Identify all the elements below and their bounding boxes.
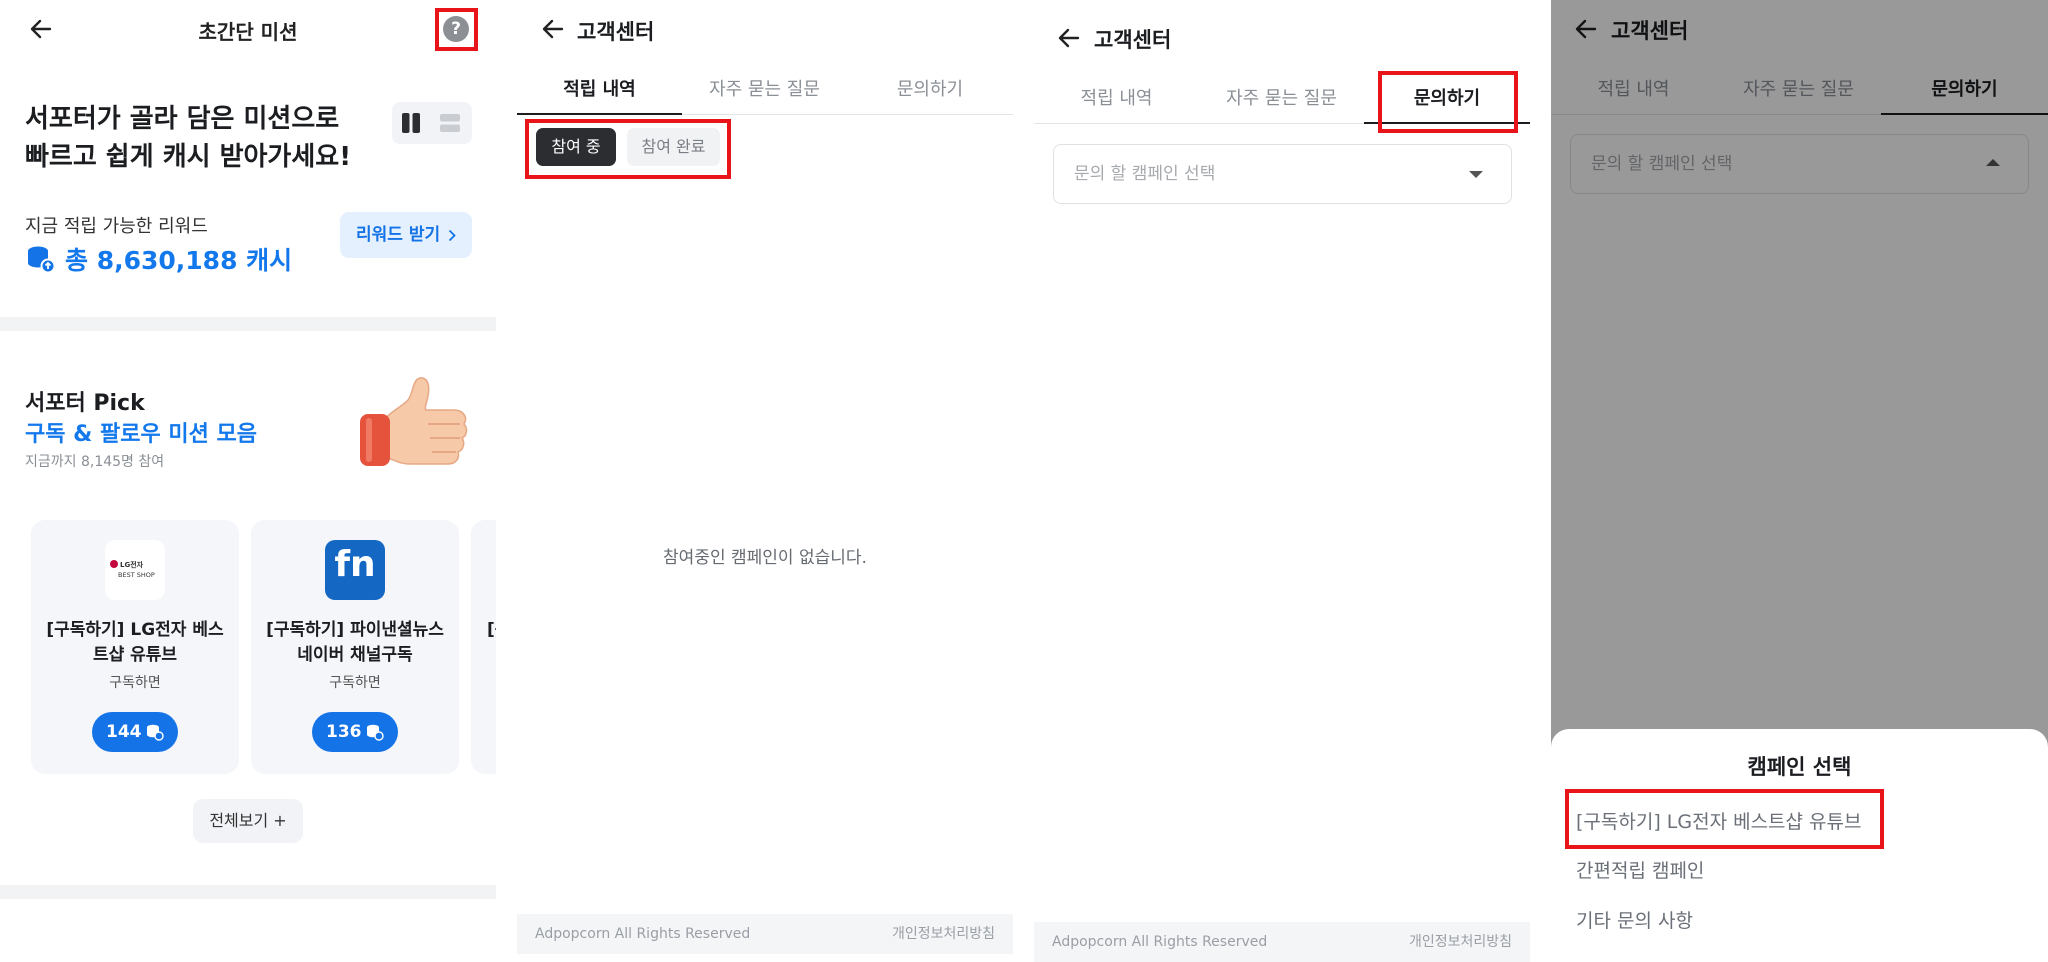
highlight-box-chips xyxy=(525,119,731,179)
svg-text:BEST SHOP: BEST SHOP xyxy=(118,571,155,579)
card-title-line2: 네이버 채널구독 xyxy=(297,645,413,665)
footer-copyright: Adpopcorn All Rights Reserved xyxy=(535,926,751,942)
card-subtitle: 구독하면 xyxy=(329,675,381,691)
mission-card[interactable]: LG전자 BEST SHOP [구독하기] LG전자 베스 트샵 유튜브 구독하… xyxy=(31,520,239,774)
sheet-title: 캠페인 선택 xyxy=(1747,755,1852,779)
page-title: 고객센터 xyxy=(577,20,655,44)
page-title: 고객센터 xyxy=(1094,28,1172,52)
back-arrow-icon[interactable] xyxy=(540,16,566,42)
list-view-icon[interactable] xyxy=(440,113,460,133)
tab-faq[interactable]: 자주 묻는 질문 xyxy=(1199,84,1364,110)
lg-bestshop-logo: LG전자 BEST SHOP xyxy=(105,540,165,600)
tab-inquiry[interactable]: 문의하기 xyxy=(847,75,1013,101)
reward-label: 지금 적립 가능한 리워드 xyxy=(25,216,208,237)
customer-center-inquiry: 고객센터 적립 내역 자주 묻는 질문 문의하기 문의 할 캠페인 선택 Adp… xyxy=(1034,0,1530,962)
pick-subtitle: 구독 & 팔로우 미션 모음 xyxy=(25,422,257,447)
fn-news-logo: fn xyxy=(325,540,385,600)
highlight-box-inquiry-tab xyxy=(1378,71,1518,133)
reward-amount: 136 xyxy=(326,722,362,742)
grid-view-icon[interactable] xyxy=(402,113,420,133)
mission-screen: 초간단 미션 ? 서포터가 골라 담은 미션으로 빠르고 쉽게 캐시 받아가세요… xyxy=(0,0,496,962)
footer-copyright: Adpopcorn All Rights Reserved xyxy=(1052,934,1268,950)
tab-indicator xyxy=(517,113,682,115)
participant-count: 지금까지 8,145명 참여 xyxy=(25,454,165,470)
card-subtitle: 구독하면 xyxy=(109,675,161,691)
customer-center-history: 고객센터 적립 내역 자주 묻는 질문 문의하기 참여 중 참여 완료 참여중인… xyxy=(517,0,1013,962)
view-toggle[interactable] xyxy=(392,102,472,144)
card-title: [구독하기] LG전자 베스 트샵 유튜브 xyxy=(39,618,231,668)
total-cash: 총 8,630,188 캐시 xyxy=(65,246,293,275)
reward-pill[interactable]: 144 xyxy=(92,712,178,752)
privacy-policy-link[interactable]: 개인정보처리방침 xyxy=(892,914,995,954)
reward-button[interactable]: 리워드 받기 xyxy=(340,212,472,258)
mission-card[interactable]: [구 xyxy=(471,520,496,774)
tab-history[interactable]: 적립 내역 xyxy=(1034,84,1199,110)
empty-message: 참여중인 캠페인이 없습니다. xyxy=(663,548,867,568)
footer: Adpopcorn All Rights Reserved 개인정보처리방침 xyxy=(1034,922,1530,962)
reward-amount: 144 xyxy=(106,722,142,742)
svg-text:LG전자: LG전자 xyxy=(120,560,144,569)
headline-line1: 서포터가 골라 담은 미션으로 xyxy=(25,104,340,134)
tab-history[interactable]: 적립 내역 xyxy=(517,75,682,101)
section-divider xyxy=(0,885,496,899)
reward-button-label: 리워드 받기 xyxy=(356,225,441,245)
headline-line2: 빠르고 쉽게 캐시 받아가세요! xyxy=(25,142,352,172)
campaign-select[interactable]: 문의 할 캠페인 선택 xyxy=(1053,144,1512,204)
view-all-button[interactable]: 전체보기 + xyxy=(193,799,303,843)
fn-logo-text: fn xyxy=(334,544,376,585)
footer: Adpopcorn All Rights Reserved 개인정보처리방침 xyxy=(517,914,1013,954)
card-title: [구독하기] 파이낸셜뉴스 네이버 채널구독 xyxy=(259,618,451,668)
card-title-line1: [구독하기] 파이낸셜뉴스 xyxy=(266,620,444,640)
coin-icon xyxy=(147,724,164,741)
pick-title: 서포터 Pick xyxy=(25,391,145,416)
headline: 서포터가 골라 담은 미션으로 빠르고 쉽게 캐시 받아가세요! xyxy=(25,100,351,176)
card-title-partial: [구 xyxy=(487,620,496,640)
coin-stack-icon xyxy=(28,246,56,274)
card-title-line1: [구독하기] LG전자 베스 xyxy=(46,620,224,640)
option-simple-campaign[interactable]: 간편적립 캠페인 xyxy=(1576,856,1704,883)
tab-faq[interactable]: 자주 묻는 질문 xyxy=(682,75,847,101)
highlight-box-help xyxy=(435,8,478,51)
bottom-sheet: 캠페인 선택 [구독하기] LG전자 베스트샵 유튜브 간편적립 캠페인 기타 … xyxy=(1551,729,2048,962)
coin-icon xyxy=(367,724,384,741)
reward-pill[interactable]: 136 xyxy=(312,712,398,752)
caret-down-icon xyxy=(1469,171,1483,178)
highlight-box-option xyxy=(1565,789,1884,849)
option-other-inquiry[interactable]: 기타 문의 사항 xyxy=(1576,906,1693,933)
privacy-policy-link[interactable]: 개인정보처리방침 xyxy=(1409,922,1512,962)
select-placeholder: 문의 할 캠페인 선택 xyxy=(1074,164,1216,184)
chevron-right-icon xyxy=(448,229,456,242)
page-title: 초간단 미션 xyxy=(198,20,298,44)
thumbs-up-icon xyxy=(360,377,468,466)
card-title-line2: 트샵 유튜브 xyxy=(92,645,178,665)
back-arrow-icon[interactable] xyxy=(1056,25,1082,51)
customer-center-select-sheet: 고객센터 적립 내역 자주 묻는 질문 문의하기 문의 할 캠페인 선택 캠페인… xyxy=(1551,0,2048,962)
section-divider xyxy=(0,317,496,331)
mission-card[interactable]: fn [구독하기] 파이낸셜뉴스 네이버 채널구독 구독하면 136 xyxy=(251,520,459,774)
